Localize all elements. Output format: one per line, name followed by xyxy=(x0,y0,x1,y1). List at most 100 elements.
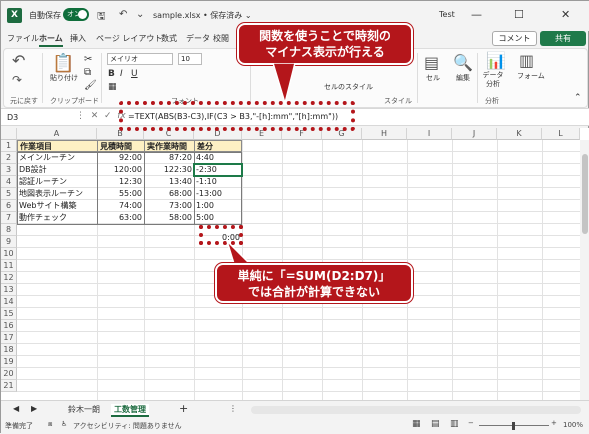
bold-icon[interactable]: B xyxy=(108,69,115,79)
font-name-select[interactable]: メイリオ xyxy=(107,53,173,65)
row-header[interactable]: 10 xyxy=(1,248,17,260)
row-header[interactable]: 8 xyxy=(1,224,17,236)
user-name[interactable]: Test xyxy=(439,10,455,19)
vertical-scrollbar[interactable] xyxy=(580,140,589,400)
data-analysis-button[interactable]: データ分析 xyxy=(482,71,504,89)
row-header[interactable]: 4 xyxy=(1,176,17,188)
file-name[interactable]: sample.xlsx • 保存済み ⌄ xyxy=(153,10,252,21)
vertical-scroll-thumb[interactable] xyxy=(582,154,588,234)
column-header[interactable]: H xyxy=(362,128,407,140)
table-cell[interactable]: 87:20 xyxy=(144,152,194,164)
row-header[interactable]: 9 xyxy=(1,236,17,248)
row-header[interactable]: 18 xyxy=(1,344,17,356)
page-layout-view-icon[interactable]: ▤ xyxy=(431,419,440,429)
row-header[interactable]: 14 xyxy=(1,296,17,308)
minimize-icon[interactable]: — xyxy=(471,8,482,21)
table-cell[interactable]: メインルーチン xyxy=(17,152,97,164)
row-header[interactable]: 16 xyxy=(1,320,17,332)
redo-ribbon-icon[interactable]: ↷ xyxy=(12,73,22,87)
accessibility-icon[interactable]: ♿ xyxy=(61,420,67,428)
undo-icon[interactable]: ↶ xyxy=(119,9,127,20)
sheet-tab-suzuki[interactable]: 鈴木一朗 xyxy=(68,404,100,415)
table-cell[interactable]: 5:00 xyxy=(194,212,242,224)
tab-home[interactable]: ホーム xyxy=(39,33,63,47)
copy-icon[interactable]: ⧉ xyxy=(84,67,91,78)
save-icon[interactable]: 🖫 xyxy=(97,9,106,26)
paste-label[interactable]: 貼り付け xyxy=(50,73,78,83)
table-cell[interactable]: 55:00 xyxy=(97,188,144,200)
cell-style-button[interactable]: セルのスタイル xyxy=(324,82,373,92)
tab-formulas[interactable]: 数式 xyxy=(161,33,177,44)
close-icon[interactable]: ✕ xyxy=(561,8,570,21)
zoom-level[interactable]: 100% xyxy=(563,421,583,429)
name-box[interactable]: D3 xyxy=(4,111,64,124)
borders-icon[interactable]: ▦ xyxy=(108,82,117,92)
sheet-more-icon[interactable]: ⋮ xyxy=(229,404,237,413)
paste-icon[interactable]: 📋 xyxy=(52,53,74,74)
quick-access-chevron-icon[interactable]: ⌄ xyxy=(136,9,144,20)
row-header[interactable]: 5 xyxy=(1,188,17,200)
table-cell[interactable]: 58:00 xyxy=(144,212,194,224)
format-painter-icon[interactable]: 🖌 xyxy=(84,80,97,91)
row-header[interactable]: 21 xyxy=(1,380,17,392)
row-header[interactable]: 1 xyxy=(1,140,17,152)
tab-file[interactable]: ファイル xyxy=(7,33,39,44)
cells-button[interactable]: セル xyxy=(426,73,440,83)
zoom-out-icon[interactable]: − xyxy=(468,419,474,427)
tab-insert[interactable]: 挿入 xyxy=(70,33,86,44)
editing-button[interactable]: 編集 xyxy=(456,73,470,83)
font-size-select[interactable]: 10 xyxy=(178,53,202,65)
table-header-item[interactable]: 作業項目 xyxy=(17,140,98,152)
row-header[interactable]: 7 xyxy=(1,212,17,224)
zoom-in-icon[interactable]: + xyxy=(551,419,557,427)
column-header[interactable]: I xyxy=(407,128,452,140)
undo-ribbon-icon[interactable]: ↶ xyxy=(12,51,25,70)
table-cell[interactable]: 13:40 xyxy=(144,176,194,188)
table-cell[interactable]: 1:00 xyxy=(194,200,242,212)
column-header[interactable]: J xyxy=(452,128,497,140)
table-cell[interactable]: Webサイト構築 xyxy=(17,200,97,212)
table-cell[interactable]: 122:30 xyxy=(144,164,194,176)
tab-review[interactable]: 校閲 xyxy=(213,33,229,44)
table-cell[interactable]: 認証ルーチン xyxy=(17,176,97,188)
table-cell[interactable]: 63:00 xyxy=(97,212,144,224)
row-header[interactable]: 2 xyxy=(1,152,17,164)
collapse-ribbon-icon[interactable]: ⌃ xyxy=(574,93,582,103)
maximize-icon[interactable]: ☐ xyxy=(514,8,524,21)
table-cell[interactable]: 92:00 xyxy=(97,152,144,164)
row-header[interactable]: 3 xyxy=(1,164,17,176)
row-header[interactable]: 17 xyxy=(1,332,17,344)
column-header[interactable]: A xyxy=(17,128,97,140)
tab-page-layout[interactable]: ページ レイアウト xyxy=(96,33,162,44)
table-cell[interactable]: 120:00 xyxy=(97,164,144,176)
table-cell[interactable]: 68:00 xyxy=(144,188,194,200)
sheet-nav-left-icon[interactable]: ◀ xyxy=(13,404,19,413)
cut-icon[interactable]: ✂ xyxy=(84,54,92,65)
column-header[interactable]: K xyxy=(497,128,542,140)
sheet-tab-kosu[interactable]: 工数管理 xyxy=(111,404,149,417)
forms-icon[interactable]: ▥ xyxy=(519,51,534,70)
table-cell[interactable]: -13:00 xyxy=(194,188,242,200)
forms-button[interactable]: フォーム xyxy=(517,71,545,81)
table-cell[interactable]: DB設計 xyxy=(17,164,97,176)
page-break-view-icon[interactable]: ▥ xyxy=(450,419,459,429)
tab-data[interactable]: データ xyxy=(186,33,210,44)
row-header[interactable]: 19 xyxy=(1,356,17,368)
row-header[interactable]: 12 xyxy=(1,272,17,284)
select-all-corner[interactable] xyxy=(1,128,17,140)
table-header-diff[interactable]: 差分 xyxy=(194,140,242,152)
table-cell[interactable]: 73:00 xyxy=(144,200,194,212)
macro-record-icon[interactable]: ⧈ xyxy=(48,420,52,429)
horizontal-scrollbar[interactable] xyxy=(251,406,581,414)
table-cell[interactable]: -1:10 xyxy=(194,176,242,188)
editing-icon[interactable]: 🔍 xyxy=(453,53,473,72)
share-button[interactable]: 共有 xyxy=(540,31,586,46)
row-header[interactable]: 20 xyxy=(1,368,17,380)
underline-icon[interactable]: U xyxy=(131,69,138,79)
cells-icon[interactable]: ▤ xyxy=(424,53,439,72)
table-cell[interactable]: 動作チェック xyxy=(17,212,97,224)
zoom-slider-thumb[interactable] xyxy=(512,422,515,430)
column-header[interactable]: L xyxy=(542,128,580,140)
table-header-estimate[interactable]: 見積時間 xyxy=(97,140,145,152)
row-header[interactable]: 6 xyxy=(1,200,17,212)
